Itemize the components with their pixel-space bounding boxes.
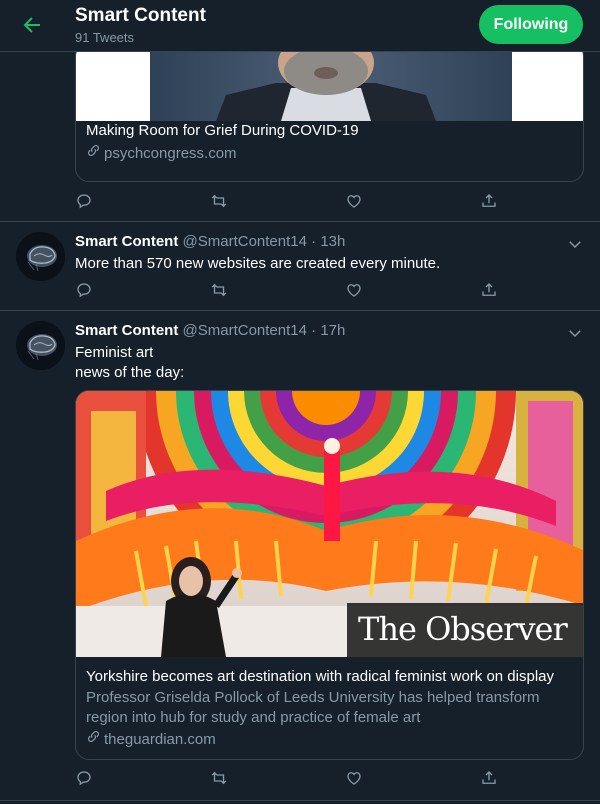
avatar[interactable]: [16, 321, 65, 370]
tweet-text-line: news of the day:: [75, 364, 185, 381]
tweet-actions: [75, 192, 505, 214]
tweet[interactable]: Smart Content @SmartContent14 · 17h Femi…: [0, 311, 600, 801]
tweet-text: More than 570 new websites are created e…: [75, 255, 441, 272]
separator-dot: ·: [311, 233, 317, 250]
retweet-icon[interactable]: [210, 281, 232, 303]
tweet-header: Smart Content @SmartContent14 · 13h: [75, 233, 345, 250]
reply-icon[interactable]: [75, 281, 97, 303]
card-domain: theguardian.com: [86, 729, 216, 750]
tweet-feed: Making Room for Grief During COVID-19 ps…: [0, 42, 600, 801]
like-icon[interactable]: [345, 192, 367, 214]
like-icon[interactable]: [345, 769, 367, 791]
link-icon: [86, 143, 101, 164]
profile-name-title: Smart Content: [75, 5, 206, 26]
card-domain: psychcongress.com: [86, 143, 237, 164]
card-description: Professor Griselda Pollock of Leeds Univ…: [86, 689, 540, 726]
card-image: [76, 43, 583, 121]
card-image: The Observer: [76, 391, 583, 657]
avatar[interactable]: [16, 232, 65, 281]
author-name[interactable]: Smart Content: [75, 322, 178, 339]
image-caption: The Observer: [358, 610, 568, 648]
tweet-text-line: Feminist art: [75, 344, 154, 361]
back-arrow-icon[interactable]: [20, 13, 44, 37]
link-card[interactable]: The Observer Yorkshire becomes art desti…: [75, 390, 584, 760]
retweet-icon[interactable]: [210, 769, 232, 791]
author-name[interactable]: Smart Content: [75, 233, 178, 250]
share-icon[interactable]: [480, 769, 502, 791]
like-icon[interactable]: [345, 281, 367, 303]
card-title: Making Room for Grief During COVID-19: [86, 122, 359, 139]
tweet-count: 91 Tweets: [75, 30, 135, 45]
card-title: Yorkshire becomes art destination with r…: [86, 668, 554, 685]
separator-dot: ·: [311, 322, 317, 339]
tweet-actions: [75, 769, 505, 791]
link-card[interactable]: Making Room for Grief During COVID-19 ps…: [75, 42, 584, 182]
tweet-header: Smart Content @SmartContent14 · 17h: [75, 322, 345, 339]
author-handle[interactable]: @SmartContent14: [183, 322, 307, 339]
tweet-text: Feminist art news of the day:: [75, 343, 184, 383]
tweet-time[interactable]: 17h: [320, 322, 345, 339]
chevron-down-icon[interactable]: [566, 324, 584, 342]
reply-icon[interactable]: [75, 192, 97, 214]
man-portrait-image: [150, 43, 512, 121]
share-icon[interactable]: [480, 192, 502, 214]
tweet-actions: [75, 281, 505, 303]
reply-icon[interactable]: [75, 769, 97, 791]
profile-header: Smart Content 91 Tweets Following: [0, 0, 600, 52]
card-domain-text: theguardian.com: [104, 730, 216, 748]
author-handle[interactable]: @SmartContent14: [183, 233, 307, 250]
tweet[interactable]: Making Room for Grief During COVID-19 ps…: [0, 42, 600, 222]
retweet-icon[interactable]: [210, 192, 232, 214]
link-icon: [86, 729, 101, 750]
share-icon[interactable]: [480, 281, 502, 303]
card-domain-text: psychcongress.com: [104, 144, 237, 162]
chevron-down-icon[interactable]: [566, 235, 584, 253]
following-button[interactable]: Following: [479, 5, 583, 44]
tweet-time[interactable]: 13h: [320, 233, 345, 250]
tweet[interactable]: Smart Content @SmartContent14 · 13h More…: [0, 222, 600, 311]
